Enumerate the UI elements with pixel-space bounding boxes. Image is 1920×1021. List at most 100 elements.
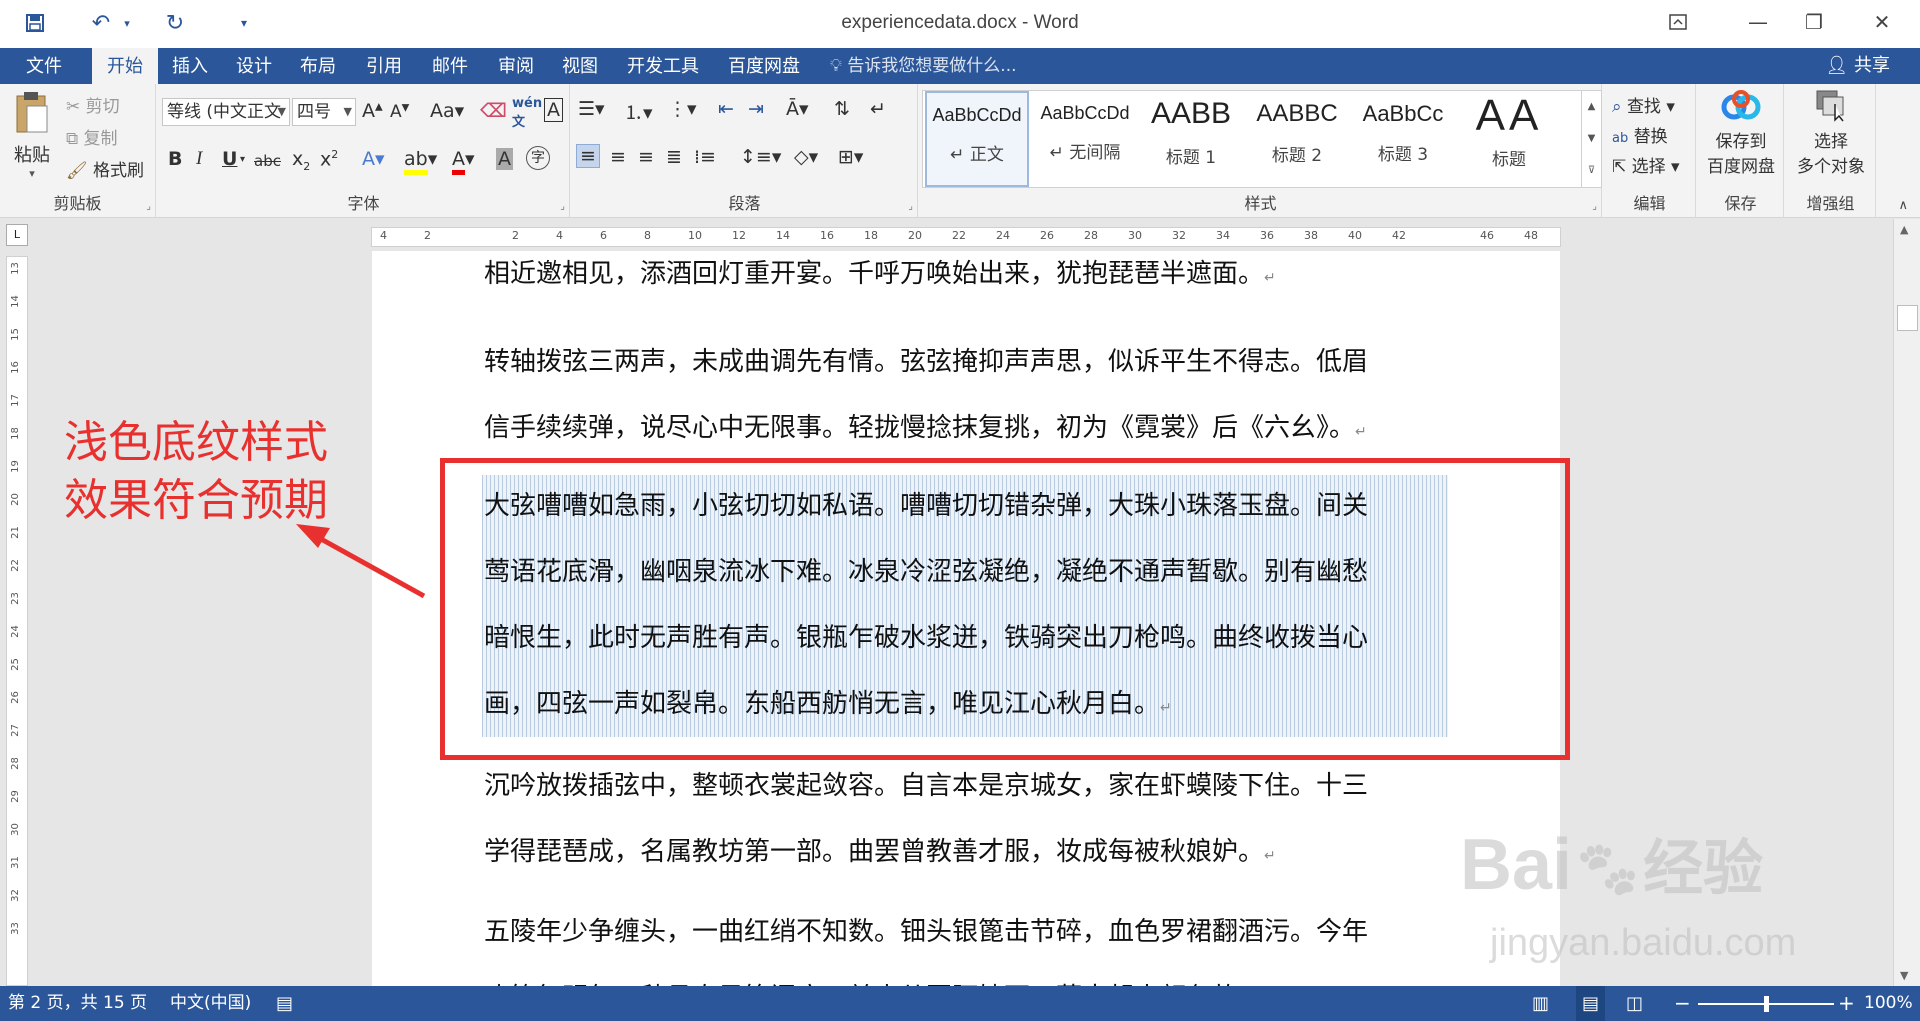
grow-font-icon[interactable]: A▲ [362,100,383,122]
select-button[interactable]: ⇱ 选择 ▾ [1612,152,1680,177]
align-left-icon[interactable]: ≡ [576,144,600,168]
justify-icon[interactable]: ≣ [666,146,682,168]
underline-icon[interactable]: U [222,148,237,170]
show-marks-icon[interactable]: ↵ [870,98,886,120]
gallery-scroll[interactable]: ▲ ▼ ⊽ [1581,91,1601,187]
borders-icon[interactable]: ⊞▾ [838,146,863,168]
tab-baidu-netdisk[interactable]: 百度网盘 [718,48,810,84]
multilevel-list-icon[interactable]: ⋮▾ [668,98,697,120]
clear-format-icon[interactable]: ⌫ [480,100,507,122]
increase-indent-icon[interactable]: ⇥ [748,98,764,120]
style-heading-2[interactable]: AABBC 标题 2 [1245,91,1349,187]
tab-review[interactable]: 审阅 [488,48,544,84]
replace-button[interactable]: ab 替换 [1612,122,1668,147]
tab-mailings[interactable]: 邮件 [422,48,478,84]
minimize-icon[interactable]: — [1738,4,1778,40]
change-case-icon[interactable]: Aa▾ [430,100,464,122]
font-size-combo[interactable]: 四号 ▼ [292,98,356,126]
baidu-watermark-logo: Bai🐾︎经验 [1460,825,1764,905]
dialog-launcher-icon[interactable]: ⌟ [908,201,913,212]
baidu-cloud-icon [1721,90,1761,120]
bullets-icon[interactable]: ☰▾ [578,98,605,120]
collapse-ribbon-icon[interactable]: ∧ [1898,198,1908,213]
highlight-icon[interactable]: ab▾ [404,148,437,175]
tab-home[interactable]: 开始 [92,48,158,85]
shading-icon[interactable]: ◇▾ [794,146,818,168]
subscript-icon[interactable]: x2 [292,148,310,173]
tab-selector[interactable]: L [6,224,28,246]
shrink-font-icon[interactable]: A▼ [390,102,409,122]
dialog-launcher-icon[interactable]: ⌟ [560,201,565,212]
strikethrough-icon[interactable]: abc [254,152,281,170]
user-icon: 👤︎ [1825,55,1849,76]
italic-icon[interactable]: I [196,148,202,170]
page-count[interactable]: 第 2 页，共 15 页 [8,986,147,1021]
style-heading-3[interactable]: AaBbCc 标题 3 [1351,91,1455,187]
decrease-indent-icon[interactable]: ⇤ [718,98,734,120]
dialog-launcher-icon[interactable]: ⌟ [146,201,151,212]
style-title[interactable]: AA 标题 [1457,91,1561,187]
find-button[interactable]: ⌕ 查找 ▾ [1612,92,1675,117]
scroll-down-icon[interactable]: ▼ [1900,969,1908,982]
bold-icon[interactable]: B [168,148,182,170]
ribbon-display-icon[interactable] [1658,4,1698,40]
close-icon[interactable]: ✕ [1862,4,1902,40]
tab-design[interactable]: 设计 [226,48,282,84]
zoom-in-icon[interactable]: + [1838,986,1855,1021]
save-to-baidu-button[interactable]: 保存到 百度网盘 [1702,88,1780,177]
chevron-down-icon: ▼ [343,105,352,118]
text-effects-icon[interactable]: A▾ [362,148,385,170]
paste-dropdown-icon[interactable]: ▾ [10,167,54,180]
vertical-scrollbar[interactable]: ▲ ▼ [1893,219,1920,986]
select-objects-button[interactable]: 选择 多个对象 [1790,88,1872,177]
align-right-icon[interactable]: ≡ [638,146,654,168]
tab-layout[interactable]: 布局 [290,48,346,84]
save-line1: 保存到 [1715,132,1767,152]
distributed-icon[interactable]: ⁞≡ [694,146,716,168]
sort-icon[interactable]: ⇅ [834,98,850,120]
scroll-up-icon[interactable]: ▲ [1900,223,1908,236]
format-painter-button[interactable]: 🖌︎ 格式刷 [66,156,144,181]
align-center-icon[interactable]: ≡ [610,146,626,168]
enclose-char-icon[interactable]: 字 [526,146,550,170]
paste-button[interactable]: 粘贴 ▾ [10,90,54,180]
superscript-icon[interactable]: x2 [320,148,338,170]
share-button[interactable]: 👤︎ 共享 [1825,48,1890,84]
tab-view[interactable]: 视图 [552,48,608,84]
font-name-combo[interactable]: 等线 (中文正文 ▼ [162,98,290,126]
styles-gallery[interactable]: AaBbCcDd ↵ 正文 AaBbCcDd ↵ 无间隔 AABB 标题 1 AABB… [922,90,1602,188]
scroll-thumb[interactable] [1897,305,1918,331]
tab-developer[interactable]: 开发工具 [618,48,708,84]
restore-icon[interactable]: ❐ [1794,4,1834,40]
char-shading-icon[interactable]: A [496,148,513,170]
style-normal[interactable]: AaBbCcDd ↵ 正文 [925,91,1029,187]
zoom-slider-thumb[interactable] [1764,996,1769,1012]
dialog-launcher-icon[interactable]: ⌟ [1592,201,1597,212]
style-no-spacing[interactable]: AaBbCcDd ↵ 无间隔 [1033,91,1137,187]
print-layout-icon[interactable]: ▤ [1576,986,1606,1021]
char-border-icon[interactable]: A [544,98,563,122]
line-spacing-icon[interactable]: ↕≡▾ [740,146,781,168]
zoom-out-icon[interactable]: − [1674,986,1691,1021]
scissors-icon: ✂ [66,97,81,117]
numbering-icon[interactable]: ⒈▾ [624,98,653,125]
language-indicator[interactable]: 中文(中国) [170,986,251,1021]
ruler-mark: 23 [9,592,21,605]
tell-me-search[interactable]: 💡︎ 告诉我您想要做什么... [830,48,1017,84]
read-mode-icon[interactable]: ▥ [1532,986,1549,1021]
underline-dropdown-icon[interactable]: ▾ [240,154,245,165]
web-layout-icon[interactable]: ◫ [1626,986,1643,1021]
zoom-level[interactable]: 100% [1864,986,1913,1021]
tab-references[interactable]: 引用 [356,48,412,84]
tab-file[interactable]: 文件 [0,48,88,84]
font-color-icon[interactable]: A▾ [452,148,475,175]
vertical-ruler[interactable]: 13 14 15 16 17 18 19 20 21 22 23 24 25 26 27 28 29 30 31 32… [6,256,28,986]
proofing-icon[interactable]: ▤ [276,986,293,1021]
phonetic-guide-icon[interactable]: wén 文 [512,96,542,130]
style-preview: AA [1475,91,1543,140]
tab-insert[interactable]: 插入 [162,48,218,84]
copy-button[interactable]: ⧉ 复制 [66,124,118,149]
style-heading-1[interactable]: AABB 标题 1 [1139,91,1243,187]
asian-layout-icon[interactable]: Ā▾ [786,98,809,120]
cut-button[interactable]: ✂ 剪切 [66,92,120,117]
